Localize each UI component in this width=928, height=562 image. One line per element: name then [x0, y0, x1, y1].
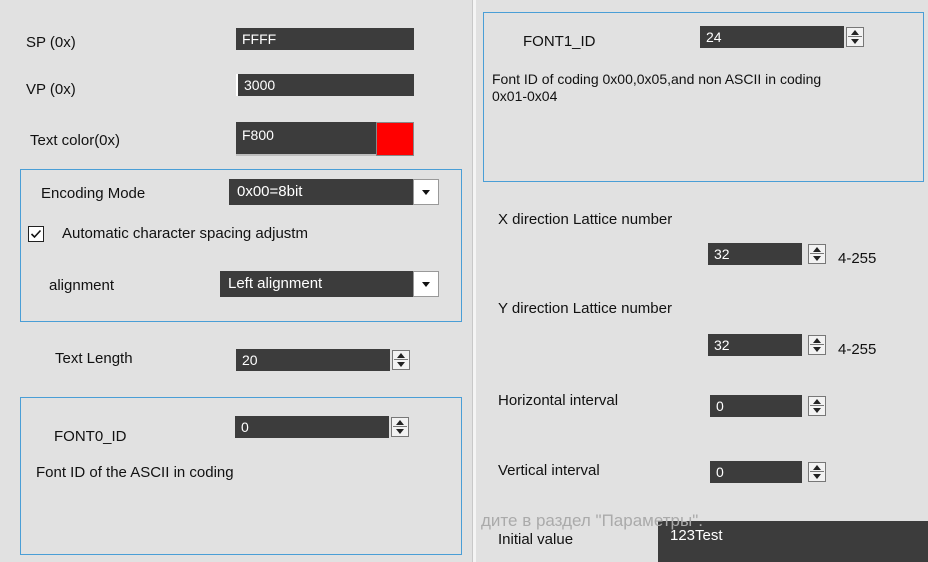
text-color-label: Text color(0x)	[30, 132, 121, 149]
arrow-down-icon[interactable]	[397, 362, 405, 367]
arrow-up-icon[interactable]	[813, 465, 821, 470]
alignment-select[interactable]: Left alignment	[220, 271, 439, 297]
y-lattice-spinner[interactable]	[808, 335, 826, 355]
v-interval-label: Vertical interval	[498, 462, 600, 479]
panel-divider	[472, 0, 476, 562]
arrow-down-icon[interactable]	[851, 39, 859, 44]
font0-group: FONT0_ID 0 Font ID of the ASCII in codin…	[20, 397, 462, 555]
overlay-watermark: дите в раздел "Параметры".	[481, 511, 703, 530]
x-lattice-input[interactable]: 32	[708, 243, 802, 265]
v-interval-input[interactable]: 0	[710, 461, 802, 483]
arrow-up-icon[interactable]	[813, 247, 821, 252]
arrow-down-icon[interactable]	[813, 347, 821, 352]
alignment-label: alignment	[49, 277, 115, 294]
checkmark-icon	[30, 229, 42, 239]
arrow-down-icon[interactable]	[813, 474, 821, 479]
encoding-value: 0x00=8bit	[237, 183, 303, 200]
font1-group: FONT1_ID 24 Font ID of coding 0x00,0x05,…	[483, 12, 924, 182]
auto-spacing-label: Automatic character spacing adjustm	[62, 225, 308, 242]
y-lattice-range: 4-255	[838, 341, 877, 358]
v-interval-spinner[interactable]	[808, 462, 826, 482]
font0-input[interactable]: 0	[235, 416, 389, 438]
y-lattice-input[interactable]: 32	[708, 334, 802, 356]
sp-label: SP (0x)	[26, 34, 76, 51]
arrow-down-icon[interactable]	[813, 256, 821, 261]
text-length-label: Text Length	[55, 350, 133, 367]
vp-label: VP (0x)	[26, 81, 76, 98]
arrow-up-icon[interactable]	[397, 353, 405, 358]
arrow-up-icon[interactable]	[396, 420, 404, 425]
arrow-up-icon[interactable]	[851, 30, 859, 35]
chevron-down-icon[interactable]	[413, 179, 439, 205]
y-lattice-label: Y direction Lattice number	[498, 300, 672, 317]
initial-value-label: Initial value	[498, 531, 574, 548]
font1-spinner[interactable]	[846, 27, 864, 47]
chevron-down-icon[interactable]	[413, 271, 439, 297]
font0-description: Font ID of the ASCII in coding	[36, 464, 234, 481]
font0-label: FONT0_ID	[54, 428, 127, 445]
arrow-up-icon[interactable]	[813, 399, 821, 404]
text-color-input[interactable]: F800	[236, 122, 376, 156]
encoding-label: Encoding Mode	[41, 185, 146, 202]
color-swatch[interactable]	[376, 122, 414, 156]
vp-input[interactable]: 3000	[236, 74, 414, 96]
x-lattice-range: 4-255	[838, 250, 877, 267]
h-interval-input[interactable]: 0	[710, 395, 802, 417]
arrow-down-icon[interactable]	[813, 408, 821, 413]
x-lattice-label: X direction Lattice number	[498, 211, 673, 228]
h-interval-label: Horizontal interval	[498, 392, 619, 409]
font0-spinner[interactable]	[391, 417, 409, 437]
text-length-input[interactable]: 20	[236, 349, 390, 371]
sp-input[interactable]: FFFF	[236, 28, 414, 50]
text-length-spinner[interactable]	[392, 350, 410, 370]
encoding-select[interactable]: 0x00=8bit	[229, 179, 439, 205]
alignment-value: Left alignment	[228, 275, 323, 292]
auto-spacing-checkbox[interactable]	[28, 226, 44, 242]
arrow-up-icon[interactable]	[813, 338, 821, 343]
encoding-group: Encoding Mode 0x00=8bit Automatic charac…	[20, 169, 462, 322]
h-interval-spinner[interactable]	[808, 396, 826, 416]
font1-description: Font ID of coding 0x00,0x05,and non ASCI…	[492, 71, 822, 104]
x-lattice-spinner[interactable]	[808, 244, 826, 264]
font1-label: FONT1_ID	[523, 33, 596, 50]
arrow-down-icon[interactable]	[396, 429, 404, 434]
font1-input[interactable]: 24	[700, 26, 844, 48]
